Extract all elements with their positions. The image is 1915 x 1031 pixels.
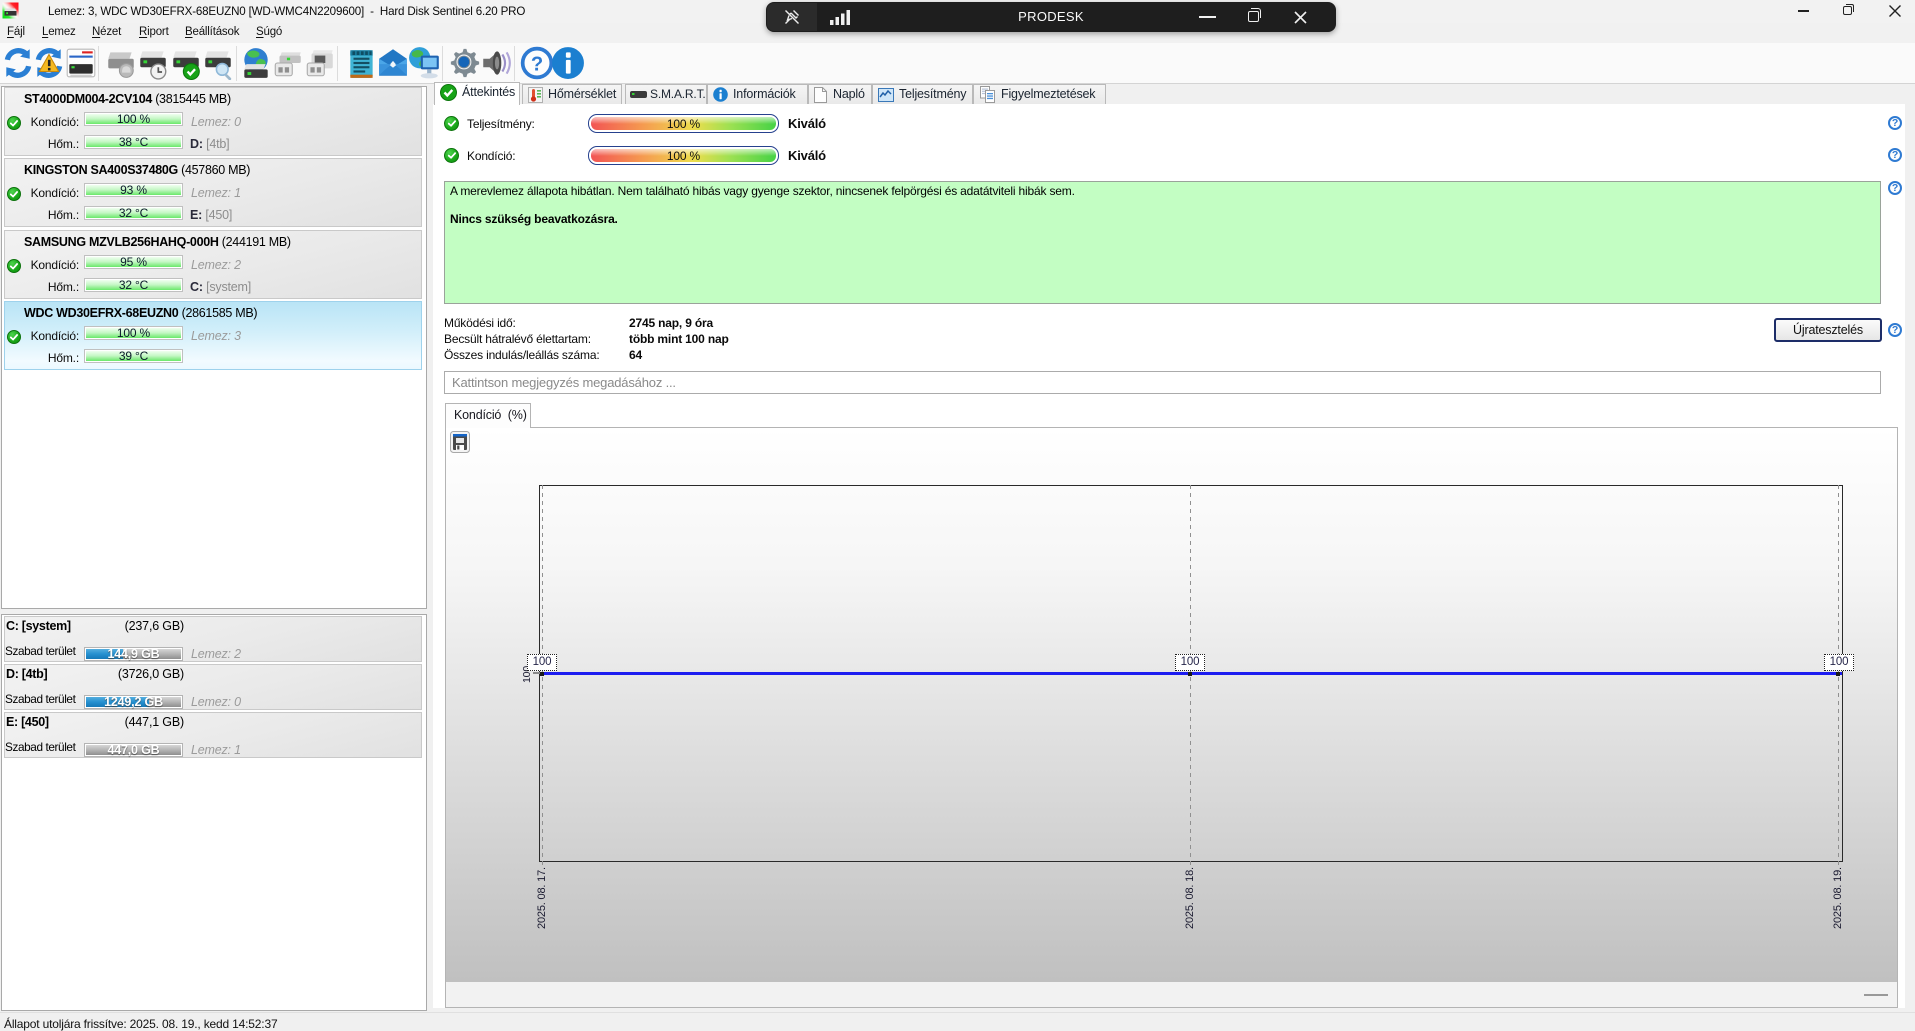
- svg-text:?: ?: [531, 53, 543, 75]
